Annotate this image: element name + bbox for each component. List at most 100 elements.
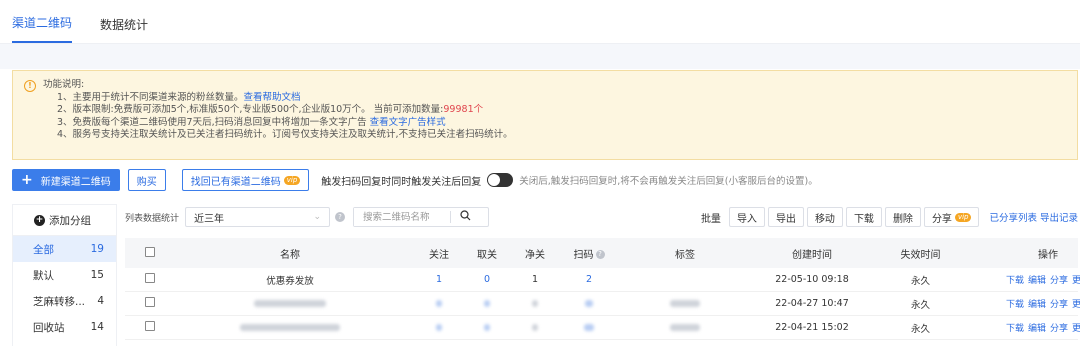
create-qrcode-button[interactable]: + 新建渠道二维码	[12, 169, 120, 191]
group-item-zhima[interactable]: 芝麻转移... 4	[13, 288, 116, 314]
row-follow-redacted	[415, 322, 463, 333]
row-expire: 永久	[910, 275, 930, 287]
vip-badge: vip	[954, 212, 972, 222]
ad-style-link[interactable]: 查看文字广告样式	[370, 117, 446, 128]
divider-band	[0, 44, 1080, 69]
row-share-link[interactable]: 分享	[1050, 276, 1068, 286]
chevron-down-icon: ⌄	[313, 212, 322, 222]
search-icon[interactable]	[451, 210, 479, 224]
row-name-redacted	[165, 322, 415, 333]
row-created: 22-05-10 09:18	[775, 274, 849, 285]
row-scan[interactable]: 2	[559, 274, 619, 285]
filter-bar: 列表数据统计 近三年 ⌄ ? 批量 导入 导出 移动 下载 删除 分享vip 已…	[125, 206, 1078, 228]
toggle-knob	[488, 174, 501, 186]
vip-badge: vip	[283, 175, 301, 185]
table-row: 22-04-27 10:47 永久 下载编辑分享更多	[125, 292, 1080, 316]
share-button[interactable]: 分享 vip	[923, 207, 980, 227]
table-row: 优惠券发放 1 0 1 2 22-05-10 09:18 永久 下载编辑分享更多	[125, 268, 1080, 292]
search-box	[353, 207, 490, 227]
row-share-link[interactable]: 分享	[1050, 324, 1068, 334]
row-follow[interactable]: 1	[415, 274, 463, 285]
tab-data-statistics[interactable]: 数据统计	[100, 16, 148, 43]
trigger-reply-toggle[interactable]	[487, 173, 514, 187]
notice-title: 功能说明:	[43, 79, 85, 90]
row-net-redacted	[511, 322, 559, 333]
export-button[interactable]: 导出	[767, 207, 804, 227]
help-icon[interactable]: ?	[335, 212, 346, 222]
export-records-link[interactable]: 导出记录	[1040, 210, 1078, 224]
col-name: 名称	[280, 249, 300, 261]
row-edit-link[interactable]: 编辑	[1028, 276, 1046, 286]
retrieve-qrcode-button[interactable]: 找回已有渠道二维码 vip	[181, 169, 310, 191]
row-share-link[interactable]: 分享	[1050, 300, 1068, 310]
row-created: 22-04-27 10:47	[775, 298, 849, 309]
table-row: 22-04-21 15:02 永久 下载编辑分享更多	[125, 316, 1080, 340]
row-ops: 下载编辑分享更多	[968, 273, 1080, 286]
col-created: 创建时间	[792, 249, 832, 261]
import-button[interactable]: 导入	[728, 207, 765, 227]
remaining-count: 99981个	[443, 104, 484, 115]
help-icon[interactable]: ?	[595, 250, 605, 259]
row-ops: 下载编辑分享更多	[968, 321, 1080, 334]
notice-line-3: 3、免费版每个渠道二维码使用7天后,扫码消息回复中将增加一条文字广告 查看文字广…	[57, 116, 446, 128]
buy-button[interactable]: 购买	[127, 169, 166, 191]
row-net: 1	[531, 274, 539, 285]
row-checkbox[interactable]	[145, 273, 155, 283]
bulk-label: 批量	[700, 213, 721, 225]
row-download-link[interactable]: 下载	[1006, 276, 1024, 286]
delete-button[interactable]: 删除	[884, 207, 921, 227]
group-item-default[interactable]: 默认 15	[13, 262, 116, 288]
group-count: 19	[90, 243, 104, 255]
row-download-link[interactable]: 下载	[1006, 324, 1024, 334]
select-all-checkbox[interactable]	[145, 246, 155, 257]
row-scan-redacted	[559, 322, 619, 333]
plus-circle-icon: +	[34, 214, 45, 226]
action-bar: + 新建渠道二维码 购买 找回已有渠道二维码 vip 触发扫码回复时同时触发关注…	[12, 168, 1078, 192]
group-count: 14	[90, 321, 104, 333]
col-tag: 标签	[675, 249, 695, 261]
move-button[interactable]: 移动	[806, 207, 843, 227]
row-checkbox[interactable]	[145, 321, 155, 331]
row-ops: 下载编辑分享更多	[968, 297, 1080, 310]
notice-line-2: 2、版本限制:免费版可添加5个,标准版50个,专业版500个,企业版10万个。 …	[57, 104, 484, 115]
row-more-link[interactable]: 更多	[1072, 276, 1080, 286]
tab-channel-qrcode[interactable]: 渠道二维码	[12, 14, 73, 43]
col-ops: 操作	[1038, 249, 1058, 261]
row-name: 优惠券发放	[266, 275, 314, 287]
plus-icon: +	[21, 172, 33, 188]
date-range-select[interactable]: 近三年 ⌄	[185, 207, 331, 227]
row-unfollow-redacted	[463, 298, 511, 309]
col-net: 净关	[525, 249, 545, 261]
row-more-link[interactable]: 更多	[1072, 324, 1080, 334]
col-unfollow: 取关	[477, 249, 497, 261]
group-item-all[interactable]: 全部 19	[13, 236, 116, 262]
row-expire: 永久	[910, 323, 930, 335]
row-scan-redacted	[559, 298, 619, 309]
row-net-redacted	[511, 298, 559, 309]
row-name-redacted	[165, 298, 415, 309]
group-count: 15	[90, 269, 104, 281]
row-download-link[interactable]: 下载	[1006, 300, 1024, 310]
download-button[interactable]: 下载	[845, 207, 882, 227]
notice-line-1: 1、主要用于统计不同渠道来源的粉丝数量。查看帮助文档	[57, 91, 301, 103]
group-count: 4	[97, 295, 104, 307]
table-header: 名称 关注 取关 净关 扫码? 标签 创建时间 失效时间 操作	[125, 238, 1078, 268]
help-doc-link[interactable]: 查看帮助文档	[244, 92, 301, 103]
row-edit-link[interactable]: 编辑	[1028, 300, 1046, 310]
group-item-recycle-bin[interactable]: 回收站 14	[13, 314, 116, 340]
stats-range-label: 列表数据统计	[125, 213, 180, 224]
row-more-link[interactable]: 更多	[1072, 300, 1080, 310]
feature-notice: ! 功能说明: 1、主要用于统计不同渠道来源的粉丝数量。查看帮助文档 2、版本限…	[12, 70, 1078, 160]
qrcode-table: 名称 关注 取关 净关 扫码? 标签 创建时间 失效时间 操作 优惠券发放 1 …	[125, 238, 1080, 340]
notice-line-4: 4、服务号支持关注取关统计及已关注者扫码统计。订阅号仅支持关注及取关统计,不支持…	[57, 129, 513, 140]
row-checkbox[interactable]	[145, 297, 155, 307]
search-input[interactable]	[354, 208, 451, 226]
trigger-reply-description: 关闭后,触发扫码回复时,将不会再触发关注后回复(小客服后台的设置)。	[519, 176, 818, 187]
row-edit-link[interactable]: 编辑	[1028, 324, 1046, 334]
row-unfollow[interactable]: 0	[463, 274, 511, 285]
shared-list-link[interactable]: 已分享列表	[989, 210, 1037, 224]
add-group-button[interactable]: + 添加分组	[13, 205, 116, 236]
group-sidebar: + 添加分组 全部 19 默认 15 芝麻转移... 4 回收站 14	[12, 204, 117, 346]
top-tabs: 渠道二维码 数据统计	[0, 0, 1080, 44]
row-unfollow-redacted	[463, 322, 511, 333]
